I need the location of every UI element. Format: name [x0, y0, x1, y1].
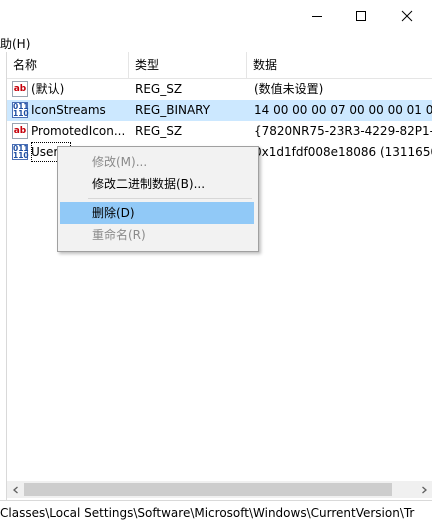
menu-item-rename[interactable]: 重命名(R) [60, 224, 254, 246]
string-value-icon: ab [12, 81, 28, 97]
string-value-icon: ab [12, 123, 28, 139]
minimize-button[interactable] [294, 0, 340, 32]
list-header: 名称 类型 数据 [7, 52, 432, 79]
value-name: (默认) [31, 82, 65, 96]
menu-item-modify[interactable]: 修改(M)... [60, 151, 254, 173]
column-header-name[interactable]: 名称 [7, 52, 129, 78]
value-type: REG_SZ [135, 82, 183, 96]
title-bar [0, 0, 432, 32]
status-bar: Classes\Local Settings\Software\Microsof… [0, 500, 432, 527]
context-menu: 修改(M)... 修改二进制数据(B)... 删除(D) 重命名(R) [57, 146, 259, 252]
menu-help[interactable]: 助(H) [0, 35, 30, 52]
menu-item-modify-binary[interactable]: 修改二进制数据(B)... [60, 173, 254, 195]
value-name: IconStreams [31, 103, 106, 117]
horizontal-scrollbar[interactable] [7, 481, 432, 498]
list-item[interactable]: ab PromotedIcon... REG_SZ {7820NR75-23R3… [7, 121, 432, 142]
column-header-type[interactable]: 类型 [129, 52, 247, 78]
value-data: (数值未设置) [254, 82, 324, 96]
value-name: PromotedIcon... [31, 124, 126, 138]
menu-item-delete[interactable]: 删除(D) [60, 202, 254, 224]
close-button[interactable] [384, 0, 430, 32]
value-type: REG_BINARY [135, 103, 211, 117]
minimize-icon [312, 16, 322, 17]
list-item[interactable]: ab (默认) REG_SZ (数值未设置) [7, 79, 432, 100]
chevron-right-icon [421, 486, 427, 493]
value-data: {7820NR75-23R3-4229-82P1-F [254, 124, 432, 138]
value-data: 0x1d1fdf008e18086 (1311650 [254, 145, 432, 159]
close-icon [401, 10, 413, 22]
menu-bar: 助(H) [0, 32, 432, 52]
binary-value-icon: 011 110 [12, 144, 29, 160]
menu-separator [88, 198, 252, 199]
binary-value-icon: 011 110 [12, 102, 29, 118]
column-header-data[interactable]: 数据 [247, 52, 432, 78]
scrollbar-thumb[interactable] [24, 483, 392, 496]
scroll-right-button[interactable] [415, 481, 432, 498]
maximize-button[interactable] [338, 0, 384, 32]
maximize-icon [356, 11, 366, 21]
value-data: 14 00 00 00 07 00 00 00 01 00 [254, 103, 432, 117]
scroll-left-button[interactable] [7, 481, 24, 498]
values-list[interactable]: 名称 类型 数据 ab (默认) REG_SZ (数值未设置) 011 110 I… [7, 52, 432, 500]
list-item[interactable]: 011 110 IconStreams REG_BINARY 14 00 00 0… [7, 100, 432, 121]
value-type: REG_SZ [135, 124, 183, 138]
tree-pane[interactable] [0, 52, 7, 500]
chevron-left-icon [12, 486, 18, 493]
registry-path: Classes\Local Settings\Software\Microsof… [0, 506, 415, 520]
